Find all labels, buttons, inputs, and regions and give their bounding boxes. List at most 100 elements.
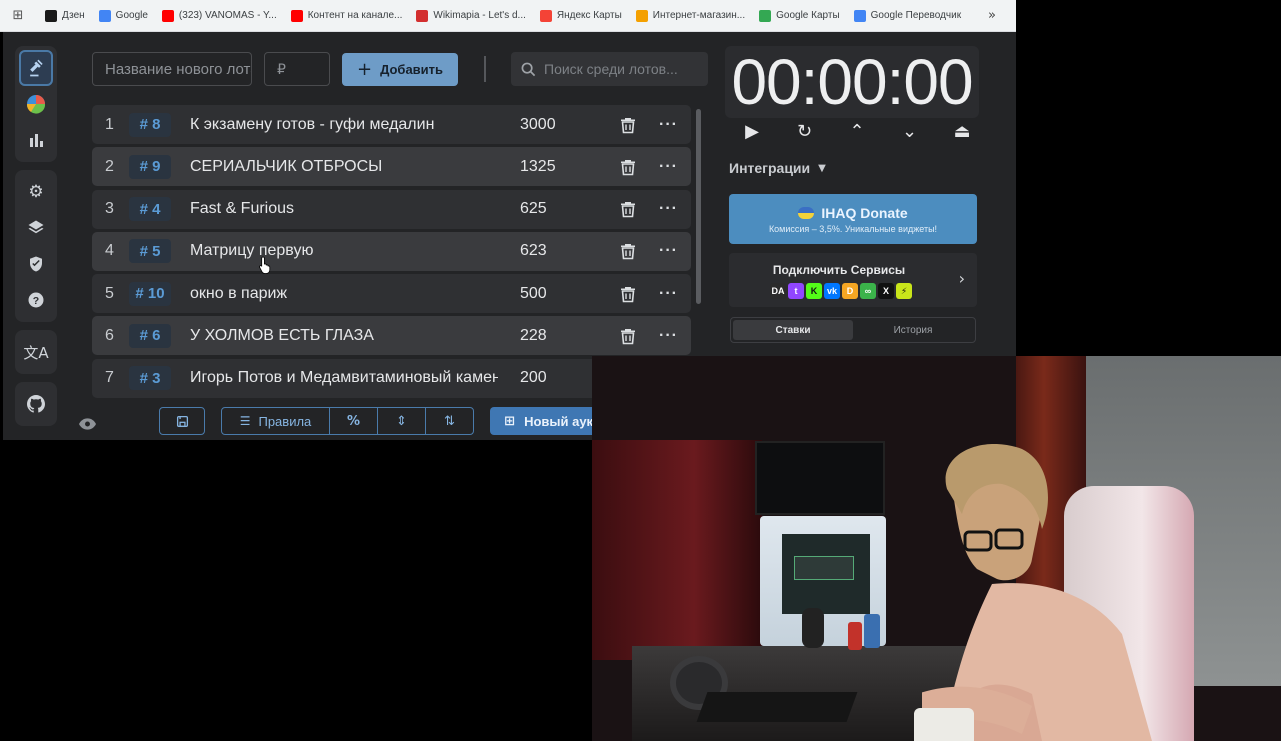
bookmark-label: (323) VANOMAS - Y... — [178, 10, 277, 21]
lot-amount[interactable]: 500 — [520, 285, 547, 303]
sidebar: ⚙ ? 文A — [15, 46, 57, 434]
shield-icon[interactable] — [19, 246, 53, 282]
sort-button[interactable]: ⇅ — [425, 407, 474, 435]
trash-icon[interactable] — [619, 285, 637, 303]
save-button[interactable] — [159, 407, 205, 435]
sidebar-group-settings: ⚙ ? — [15, 170, 57, 322]
connect-services-button[interactable]: Подключить Сервисы DA t Kvk D ∞ X ⚡ › — [729, 253, 977, 307]
lot-price-input[interactable]: ₽ — [264, 52, 330, 86]
more-options-icon[interactable]: ··· — [659, 327, 678, 345]
trash-icon[interactable] — [619, 158, 637, 176]
translate-icon[interactable]: 文A — [19, 334, 53, 370]
lot-row[interactable]: 2 # 9 СЕРИАЛЬЧИК ОТБРОСЫ 1325 ··· — [92, 147, 691, 187]
eject-icon[interactable]: ⏏ — [946, 121, 978, 142]
trash-icon[interactable] — [619, 242, 637, 260]
lot-amount[interactable]: 1325 — [520, 158, 556, 176]
vk-icon: vk — [824, 283, 840, 299]
eye-icon[interactable] — [79, 418, 96, 434]
lot-amount[interactable]: 625 — [520, 200, 547, 218]
gear-icon[interactable]: ⚙ — [19, 174, 53, 210]
chevron-up-icon[interactable]: ⌃ — [841, 121, 873, 142]
lot-title[interactable]: К экзамену готов - гуфи медалин — [190, 116, 498, 134]
bookmark-favicon-icon — [539, 9, 552, 22]
lot-search-input[interactable]: Поиск среди лотов... — [511, 52, 708, 86]
bookmarks-bar: ⊞ Дзен Google (323) VANOMAS - Y... Контент … — [0, 0, 1016, 32]
bookmark-item[interactable]: Дзен — [38, 4, 92, 28]
lot-row[interactable]: 6 # 6 У ХОЛМОВ ЕСТЬ ГЛАЗА 228 ··· — [92, 316, 691, 356]
reset-icon[interactable]: ↻ — [789, 121, 821, 142]
bookmark-favicon-icon — [45, 9, 57, 22]
lot-row[interactable]: 4 # 5 Матрицу первую 623 ··· — [92, 231, 691, 271]
tab-bids[interactable]: Ставки — [733, 320, 853, 340]
compress-button[interactable]: ⇕ — [377, 407, 426, 435]
lot-title[interactable]: Игорь Потов и Медамвитаминовый камень — [190, 369, 498, 387]
bookmark-item[interactable]: Wikimapia - Let's d... — [409, 4, 533, 28]
play-icon[interactable]: ▶ — [736, 121, 768, 142]
lot-row[interactable]: 1 # 8 К экзамену готов - гуфи медалин 3000 ·… — [92, 105, 691, 144]
bookmark-item[interactable]: Яндекс Карты — [533, 4, 629, 28]
help-icon[interactable]: ? — [19, 282, 53, 318]
lot-row[interactable]: 5 # 10 окно в париж 500 ··· — [92, 274, 691, 314]
more-bookmarks-button[interactable]: » — [988, 8, 1008, 23]
screen: ⊞ Дзен Google (323) VANOMAS - Y... Контент … — [0, 0, 1281, 741]
lot-amount[interactable]: 228 — [520, 327, 547, 345]
bookmark-favicon-icon — [635, 9, 648, 22]
percent-button[interactable]: % — [329, 407, 378, 435]
donate-button[interactable]: IHAQ Donate Комиссия – 3,5%. Уникальные … — [729, 194, 977, 244]
bar-chart-icon[interactable] — [19, 122, 53, 158]
more-options-icon[interactable]: ··· — [659, 116, 678, 134]
lot-index: 4 — [105, 242, 114, 260]
search-icon — [521, 62, 536, 76]
apps-grid-icon[interactable]: ⊞ — [8, 6, 28, 26]
lot-id-badge: # 3 — [129, 366, 171, 391]
lot-index: 2 — [105, 157, 114, 175]
more-options-icon[interactable]: ··· — [659, 158, 678, 176]
donatepay-icon: D — [842, 283, 858, 299]
bookmarks-list: Дзен Google (323) VANOMAS - Y... Контент на… — [38, 4, 968, 28]
more-options-icon[interactable]: ··· — [659, 200, 678, 218]
pie-chart-icon[interactable] — [19, 86, 53, 122]
flag-icon — [798, 206, 815, 219]
trash-icon[interactable] — [619, 116, 637, 134]
donate-title: IHAQ Donate — [821, 204, 908, 221]
lot-list-scrollbar[interactable] — [696, 109, 701, 304]
add-lot-button[interactable]: + Добавить — [342, 52, 458, 86]
gavel-icon[interactable] — [19, 50, 53, 86]
bookmark-item[interactable]: Интернет-магазин... — [629, 4, 752, 28]
more-options-icon[interactable]: ··· — [659, 285, 678, 303]
chevron-right-icon: › — [958, 269, 965, 288]
bookmark-item[interactable]: Google Переводчик — [847, 4, 968, 28]
chevron-down-icon[interactable]: ⌄ — [894, 121, 926, 142]
integrations-toggle[interactable]: Интеграции ▼ — [729, 160, 826, 176]
lot-amount[interactable]: 623 — [520, 242, 547, 260]
bookmark-item[interactable]: Google Карты — [752, 4, 847, 28]
bookmark-item[interactable]: (323) VANOMAS - Y... — [155, 4, 284, 28]
rules-icon: ☰ — [239, 414, 251, 428]
bookmark-favicon-icon — [416, 9, 429, 22]
bookmark-item[interactable]: Контент на канале... — [284, 4, 410, 28]
bookmark-item[interactable]: Google — [92, 4, 155, 28]
lot-title[interactable]: окно в париж — [190, 285, 498, 303]
layers-icon[interactable] — [19, 210, 53, 246]
drink-can-blue — [864, 614, 880, 648]
timer-controls: ▶ ↻ ⌃ ⌄ ⏏ — [736, 121, 978, 142]
github-icon[interactable] — [19, 386, 53, 422]
lot-row[interactable]: 3 # 4 Fast & Furious 625 ··· — [92, 189, 691, 229]
lot-title[interactable]: У ХОЛМОВ ЕСТЬ ГЛАЗА — [190, 327, 498, 345]
lot-amount[interactable]: 200 — [520, 369, 547, 387]
bookmark-label: Яндекс Карты — [556, 10, 622, 21]
streamer — [922, 444, 1152, 741]
percent-icon: % — [346, 413, 361, 429]
lot-amount[interactable]: 3000 — [520, 116, 556, 134]
lot-title[interactable]: СЕРИАЛЬЧИК ОТБРОСЫ — [190, 158, 498, 176]
lot-title[interactable]: Матрицу первую — [190, 242, 498, 260]
tab-history[interactable]: История — [853, 320, 973, 340]
trash-icon[interactable] — [619, 327, 637, 345]
rules-button[interactable]: ☰ Правила — [221, 407, 330, 435]
lot-title[interactable]: Fast & Furious — [190, 200, 498, 218]
lot-name-input[interactable]: Название нового лота — [92, 52, 252, 86]
streamelements-icon: ⚡ — [896, 283, 912, 299]
more-options-icon[interactable]: ··· — [659, 242, 678, 260]
mug — [914, 708, 974, 741]
trash-icon[interactable] — [619, 200, 637, 218]
